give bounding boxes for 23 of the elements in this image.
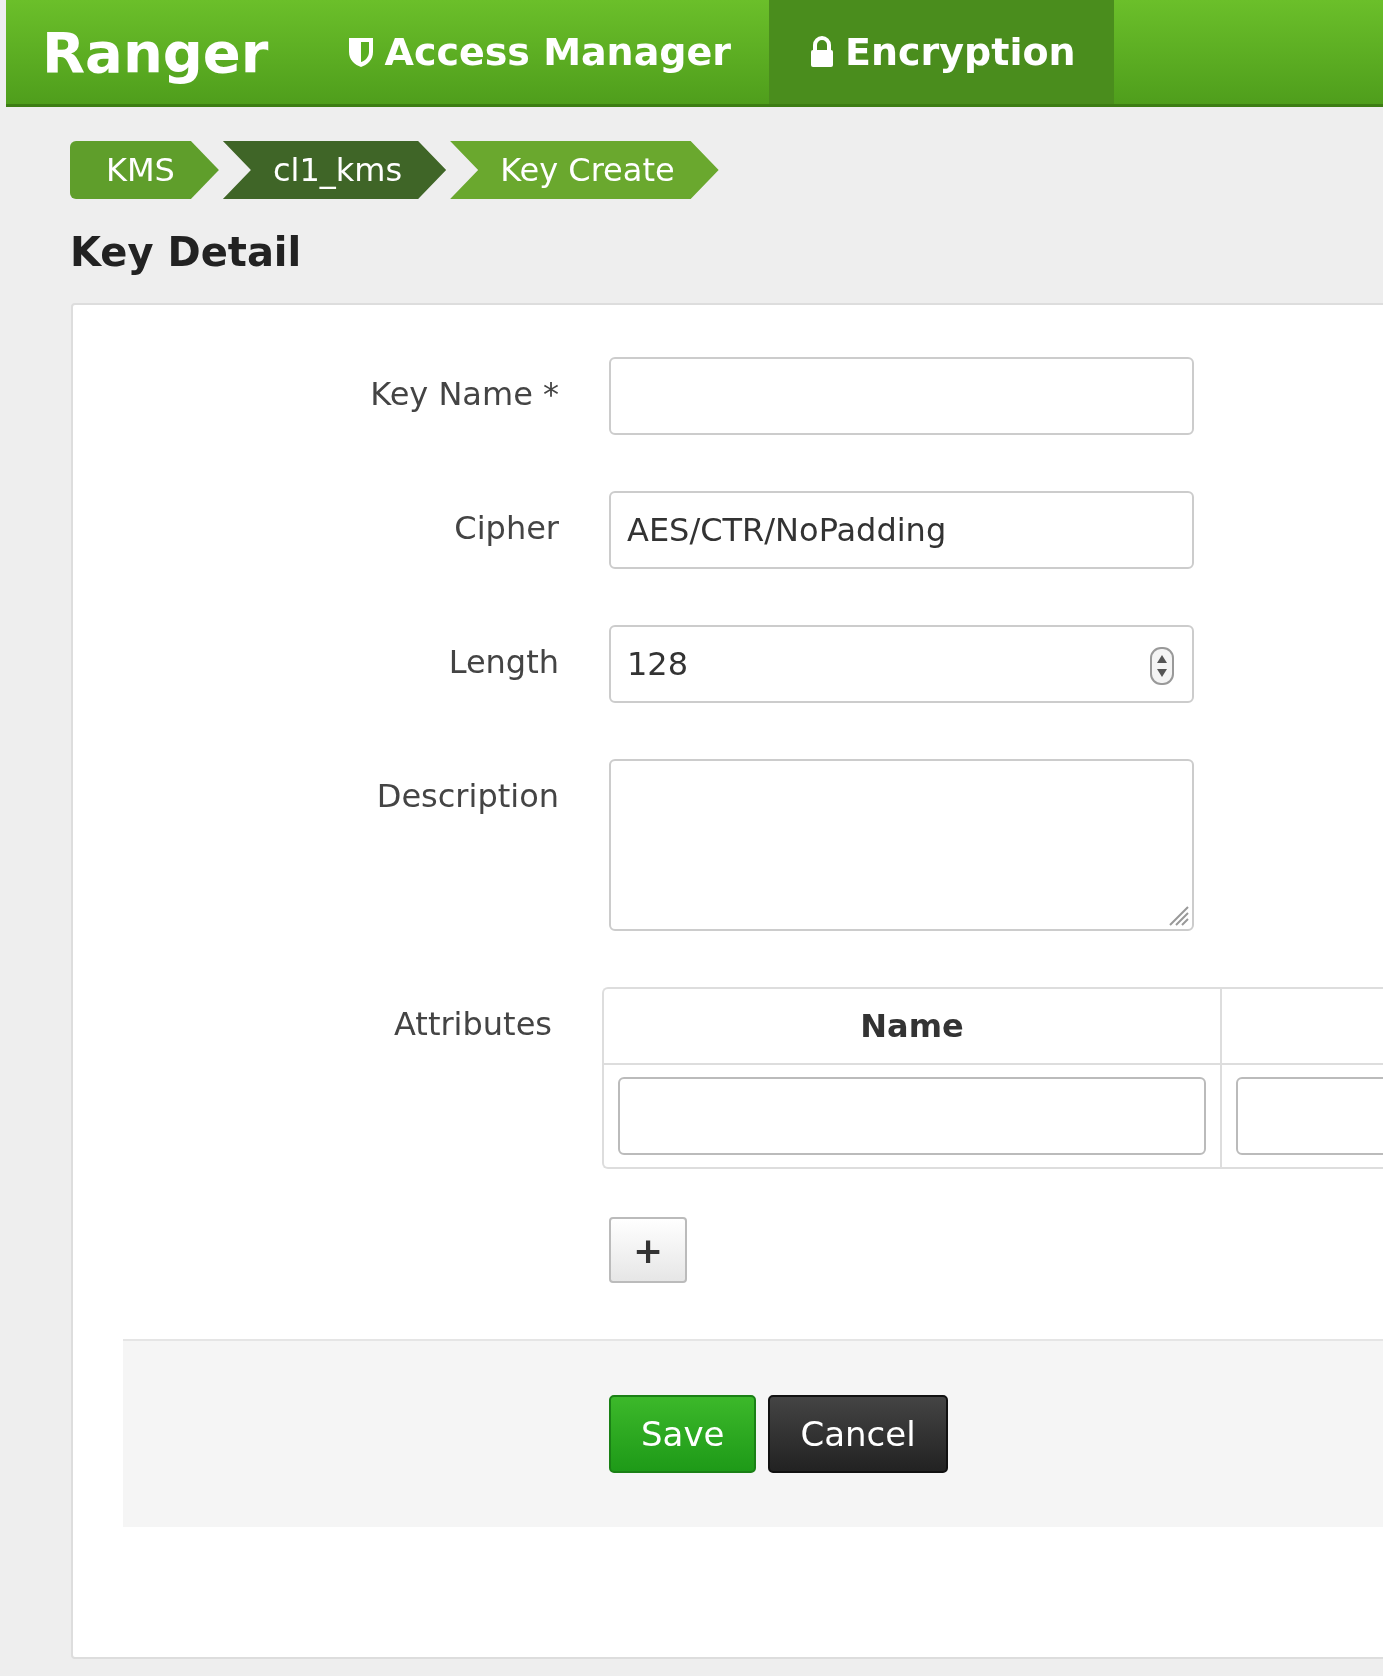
field-label: Description (375, 776, 559, 815)
column-header: Name (604, 989, 1220, 1065)
spinner-icon[interactable] (1150, 647, 1174, 685)
nav-tab[interactable]: Access Manager (308, 0, 770, 104)
breadcrumb-item[interactable]: cl1_kms (222, 141, 447, 199)
breadcrumb-item[interactable]: Key Create (450, 141, 719, 199)
field-label: Length (447, 642, 559, 681)
text-field[interactable]: AES/CTR/NoPadding (609, 491, 1194, 569)
attribute-name-field[interactable] (618, 1077, 1206, 1155)
field-label: Attributes (393, 1004, 552, 1043)
text-field[interactable] (609, 357, 1194, 435)
field-label: Cipher (453, 508, 559, 547)
field-label: Key Name * (369, 374, 559, 413)
brand-logo[interactable]: Ranger (6, 0, 309, 104)
add-attribute-button[interactable]: + (609, 1217, 687, 1283)
number-field[interactable]: 128 (609, 625, 1194, 703)
save-button[interactable]: Save (609, 1395, 757, 1473)
breadcrumb-item[interactable]: KMS (70, 141, 219, 199)
description-textarea[interactable] (609, 759, 1194, 931)
nav-tab[interactable]: Encryption (769, 0, 1114, 104)
attribute-value-field[interactable] (1236, 1077, 1383, 1155)
page-title: Key Detail (70, 229, 303, 277)
cancel-button[interactable]: Cancel (768, 1395, 948, 1473)
